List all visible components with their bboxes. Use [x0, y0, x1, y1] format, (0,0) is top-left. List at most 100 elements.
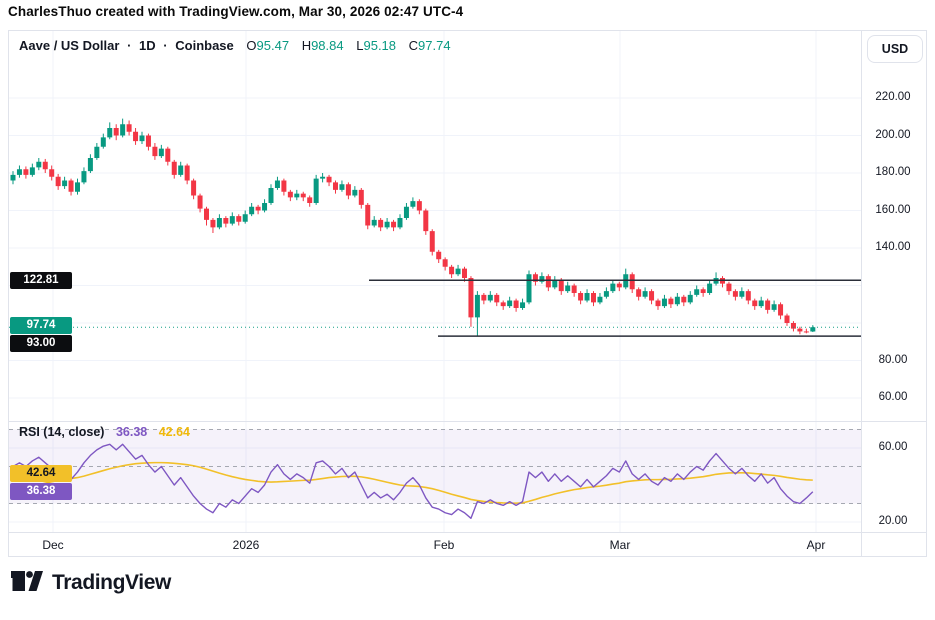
candle: [700, 289, 706, 293]
candle: [16, 169, 22, 175]
candle: [152, 146, 158, 157]
candle: [300, 193, 306, 198]
candle: [429, 231, 435, 252]
time-axis[interactable]: Dec 2026 Feb Mar Apr: [9, 533, 861, 558]
candle: [365, 204, 371, 226]
candle: [468, 278, 474, 318]
main-chart-pane[interactable]: [9, 31, 861, 421]
candle: [378, 219, 384, 228]
price-axis[interactable]: 220.00 200.00 180.00 160.00 140.00 80.00 60.00…: [862, 31, 928, 556]
candle: [281, 180, 287, 192]
candle: [49, 169, 55, 177]
support-price-label: 93.00: [10, 335, 72, 352]
candle: [120, 124, 126, 136]
tradingview-logo-icon: [11, 571, 43, 591]
candle: [107, 128, 113, 138]
candle: [790, 323, 796, 329]
axis-tick-label: 140.00: [875, 241, 911, 253]
high-value: 98.84: [311, 38, 344, 53]
pane-separator[interactable]: [9, 421, 926, 422]
rsi-ma-current-value: 42.64: [158, 425, 190, 439]
candle: [68, 180, 74, 192]
axis-tick-label: 60.00: [878, 441, 908, 453]
candle: [165, 148, 171, 162]
axis-tick-label: 20.00: [878, 515, 908, 527]
candle: [558, 279, 564, 292]
symbol-legend: Aave / US Dollar · 1D · Coinbase O95.47 …: [19, 38, 451, 53]
candle: [462, 268, 467, 278]
candle: [655, 300, 661, 307]
time-axis-label: Feb: [433, 538, 455, 552]
candle: [75, 182, 80, 192]
candle: [442, 259, 448, 267]
time-axis-label: Apr: [806, 538, 826, 552]
candle: [500, 302, 506, 307]
candle: [771, 304, 777, 310]
interval-label[interactable]: 1D: [139, 38, 156, 53]
axis-tick-label: 80.00: [878, 353, 908, 366]
tradingview-logo[interactable]: TradingView: [10, 570, 171, 596]
candle: [242, 214, 248, 222]
last-price-label: 97.74: [10, 317, 72, 334]
candle: [184, 165, 190, 181]
symbol-name[interactable]: Aave / US Dollar: [19, 38, 119, 53]
candle: [352, 189, 358, 196]
candle: [371, 219, 377, 226]
currency-toggle-button[interactable]: USD: [867, 35, 923, 63]
axis-tick-label: 200.00: [875, 128, 911, 141]
high-label: H: [301, 38, 312, 53]
candle: [661, 298, 667, 307]
open-value: 95.47: [256, 38, 290, 53]
axis-tick-label: 160.00: [875, 203, 911, 216]
candle: [10, 174, 16, 181]
candle: [410, 201, 416, 207]
candle: [178, 165, 184, 175]
candle: [474, 294, 480, 318]
candle: [636, 289, 642, 297]
candle: [765, 300, 771, 310]
candle: [229, 216, 235, 224]
candle: [42, 161, 48, 170]
candle: [358, 189, 364, 205]
candle: [36, 161, 42, 168]
candle: [494, 294, 500, 303]
axis-tick-label: 60.00: [878, 391, 908, 403]
candles-layer: [10, 118, 816, 337]
candle: [255, 206, 261, 211]
candle: [507, 300, 513, 307]
candle: [584, 293, 590, 301]
candle: [416, 201, 422, 211]
time-axis-label: Dec: [42, 538, 64, 552]
axis-tick-label: 180.00: [875, 166, 911, 178]
candle: [313, 178, 319, 203]
candle: [403, 206, 409, 218]
candle: [481, 294, 487, 301]
candle: [597, 296, 603, 303]
candle: [739, 291, 745, 297]
candle: [571, 285, 577, 293]
axis-tick-label: 220.00: [875, 91, 911, 103]
close-value: 97.74: [418, 38, 451, 53]
tradingview-logo-text: TradingView: [52, 571, 171, 594]
candle: [294, 193, 300, 198]
candle: [526, 274, 532, 303]
candle: [591, 293, 596, 303]
candle: [610, 283, 616, 292]
candle: [603, 291, 609, 297]
candle: [642, 291, 648, 297]
candle: [674, 296, 680, 305]
candle: [436, 251, 442, 260]
legend-separator: ·: [163, 38, 168, 53]
exchange-label[interactable]: Coinbase: [175, 38, 234, 53]
candle: [545, 276, 551, 288]
candle: [113, 128, 119, 136]
candle: [55, 176, 61, 187]
candle: [784, 315, 790, 323]
candle: [126, 124, 132, 132]
candle: [274, 180, 280, 188]
low-value: 95.18: [363, 38, 397, 53]
candle: [565, 285, 571, 292]
candle: [513, 300, 519, 308]
rsi-indicator-legend[interactable]: RSI (14, close) 36.38 42.64: [19, 425, 190, 439]
candle: [29, 167, 35, 175]
